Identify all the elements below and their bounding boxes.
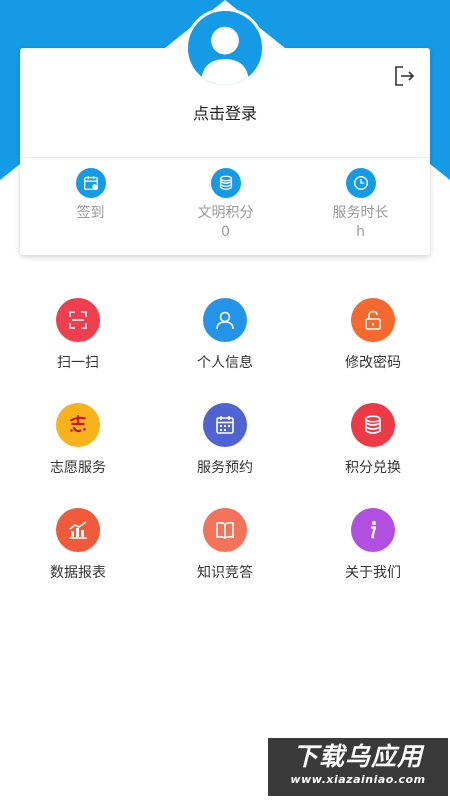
menu-item-quiz[interactable]: 知识竞答 xyxy=(150,508,300,582)
logout-icon[interactable] xyxy=(392,64,416,88)
stat-value: 0 xyxy=(221,224,230,240)
menu-item-volunteer[interactable]: 志愿服务 xyxy=(3,403,153,477)
menu-item-label: 关于我们 xyxy=(345,565,401,581)
card-divider xyxy=(20,157,430,158)
watermark-title: 下载乌应用 xyxy=(292,742,423,771)
menu-item-scan[interactable]: 扫一扫 xyxy=(3,298,153,372)
avatar-silhouette-icon xyxy=(200,26,250,85)
stat-value: h xyxy=(356,224,365,240)
menu-item-label: 扫一扫 xyxy=(57,355,99,371)
volunteer-icon xyxy=(56,403,100,447)
menu-item-label: 修改密码 xyxy=(345,355,401,371)
scan-icon xyxy=(56,298,100,342)
stat-service-hours[interactable]: 服务时长 h xyxy=(292,168,429,241)
stat-sign-in[interactable]: 签到 xyxy=(22,168,159,241)
menu-item-change-password[interactable]: 修改密码 xyxy=(298,298,448,372)
menu-item-label: 数据报表 xyxy=(50,565,106,581)
clock-icon xyxy=(345,168,376,198)
watermark-url: www.xiazainiao.com xyxy=(290,773,426,786)
stat-label: 签到 xyxy=(76,205,105,221)
menu-item-label: 积分兑换 xyxy=(345,460,401,476)
book-icon xyxy=(203,508,247,552)
menu-item-label: 服务预约 xyxy=(197,460,253,476)
menu-item-label: 个人信息 xyxy=(197,355,253,371)
menu-item-service-booking[interactable]: 服务预约 xyxy=(150,403,300,477)
lock-icon xyxy=(351,298,395,342)
login-link[interactable]: 点击登录 xyxy=(0,100,450,124)
menu-item-label: 知识竞答 xyxy=(197,565,253,581)
chart-icon xyxy=(56,508,100,552)
menu-item-points-exchange[interactable]: 积分兑换 xyxy=(298,403,448,477)
calendar-icon xyxy=(75,168,106,198)
menu-item-about-us[interactable]: 关于我们 xyxy=(298,508,448,582)
stat-civic-points[interactable]: 文明积分 0 xyxy=(157,168,294,241)
menu-item-data-report[interactable]: 数据报表 xyxy=(3,508,153,582)
stat-label: 文明积分 xyxy=(197,205,254,221)
coins-icon xyxy=(210,168,241,198)
menu-item-label: 志愿服务 xyxy=(50,460,106,476)
stat-value xyxy=(22,224,159,241)
stat-label: 服务时长 xyxy=(332,205,389,221)
watermark: 下载乌应用 www.xiazainiao.com xyxy=(268,738,448,796)
menu-item-profile[interactable]: 个人信息 xyxy=(150,298,300,372)
calendar-icon xyxy=(203,403,247,447)
info-icon xyxy=(351,508,395,552)
user-icon xyxy=(203,298,247,342)
avatar[interactable] xyxy=(185,8,265,88)
coins-icon xyxy=(351,403,395,447)
